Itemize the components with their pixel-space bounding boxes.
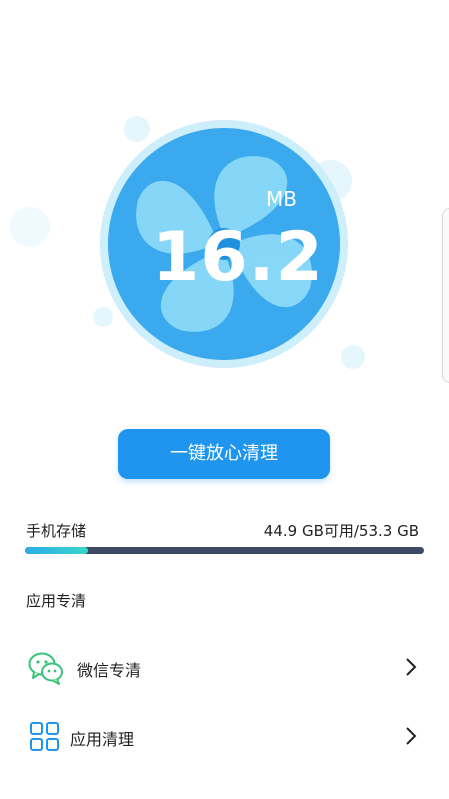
grid-apps-icon <box>28 720 64 754</box>
side-drawer-handle[interactable] <box>442 208 449 383</box>
chevron-right-icon <box>404 725 418 747</box>
storage-value: 44.9 GB可用/53.3 GB <box>263 522 419 540</box>
list-item-label: 微信专清 <box>77 661 142 680</box>
section-title: 应用专清 <box>26 592 87 610</box>
storage-progress-fill <box>25 547 89 554</box>
wechat-icon <box>28 651 64 685</box>
one-click-clean-button[interactable]: 一键放心清理 <box>118 429 330 479</box>
storage-progress-bar <box>25 547 424 554</box>
list-item-wechat-clean[interactable]: 微信专清 <box>0 638 449 698</box>
junk-size-value: 16.2 <box>152 218 324 297</box>
junk-size-unit: MB <box>266 187 297 211</box>
list-item-label: 应用清理 <box>70 730 135 749</box>
decor-bubble <box>10 207 50 247</box>
list-item-app-clean[interactable]: 应用清理 <box>0 707 449 767</box>
storage-label: 手机存储 <box>26 522 87 540</box>
chevron-right-icon <box>404 656 418 678</box>
